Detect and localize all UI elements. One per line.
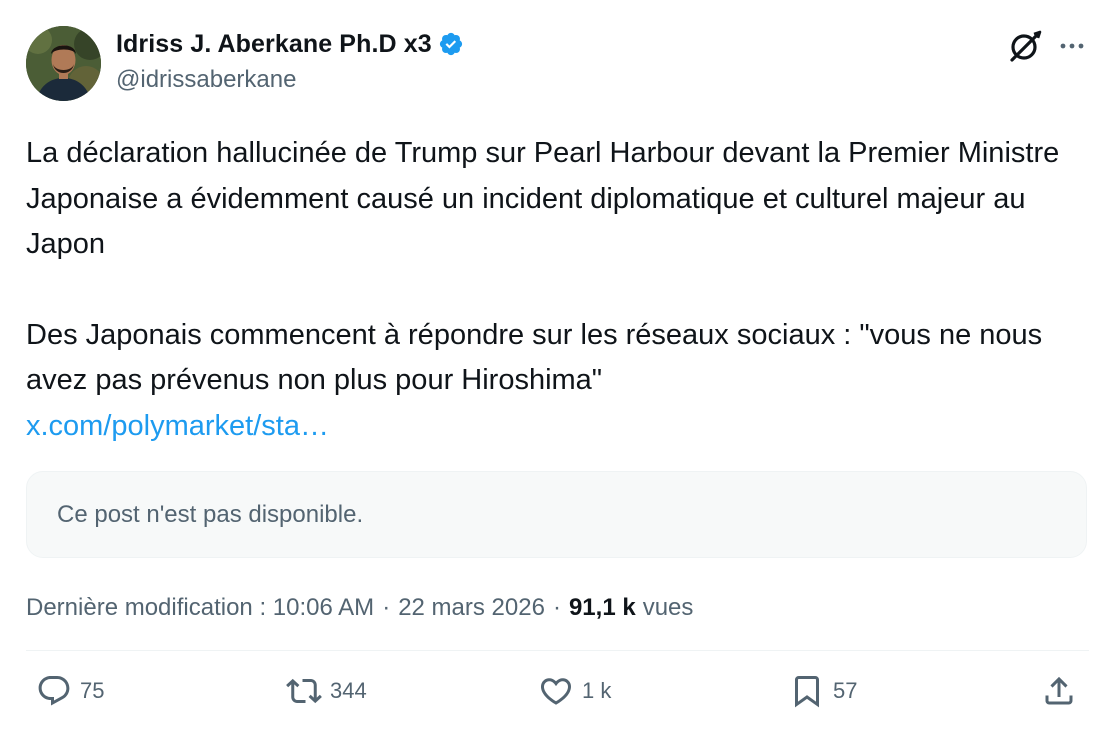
reply-icon bbox=[38, 676, 70, 706]
avatar-photo bbox=[26, 26, 101, 101]
bookmark-count: 57 bbox=[833, 678, 858, 703]
avatar[interactable] bbox=[26, 26, 101, 101]
quoted-post-unavailable: Ce post n'est pas disponible. bbox=[26, 471, 1087, 558]
tweet-link[interactable]: x.com/polymarket/sta… bbox=[26, 410, 329, 442]
more-options-icon[interactable] bbox=[1055, 29, 1089, 63]
header-actions bbox=[1007, 28, 1089, 64]
reply-count: 75 bbox=[80, 678, 105, 703]
action-bar: 75 344 1 k 57 bbox=[26, 651, 1089, 731]
tweet-header: Idriss J. Aberkane Ph.D x3 @idrissaberka… bbox=[26, 26, 1089, 102]
repost-icon bbox=[286, 678, 322, 704]
author-identity: Idriss J. Aberkane Ph.D x3 @idrissaberka… bbox=[116, 28, 464, 94]
quoted-post-unavailable-text: Ce post n'est pas disponible. bbox=[57, 500, 364, 528]
like-button[interactable]: 1 k bbox=[538, 673, 611, 709]
reply-button[interactable]: 75 bbox=[36, 673, 104, 709]
display-name[interactable]: Idriss J. Aberkane Ph.D x3 bbox=[116, 30, 432, 59]
post-date[interactable]: 22 mars 2026 bbox=[398, 594, 545, 622]
tweet-meta: Dernière modification : 10:06 AM · 22 ma… bbox=[26, 588, 1089, 628]
meta-separator: · bbox=[552, 594, 561, 621]
share-button[interactable] bbox=[1041, 673, 1077, 709]
tweet-text: La déclaration hallucinée de Trump sur P… bbox=[26, 131, 1089, 449]
like-count: 1 k bbox=[582, 678, 612, 703]
tweet-paragraph-2: Des Japonais commencent à répondre sur l… bbox=[26, 318, 1043, 397]
verified-badge-icon[interactable] bbox=[438, 31, 464, 57]
tweet-paragraph-1: La déclaration hallucinée de Trump sur P… bbox=[26, 137, 1060, 260]
views-count: 91,1 k bbox=[568, 594, 636, 621]
author-handle[interactable]: @idrissaberkane bbox=[116, 66, 464, 94]
bookmark-icon bbox=[795, 676, 819, 708]
heart-icon bbox=[540, 678, 572, 705]
repost-count: 344 bbox=[330, 678, 367, 703]
name-row: Idriss J. Aberkane Ph.D x3 bbox=[116, 28, 464, 60]
views-label: vues bbox=[642, 594, 694, 621]
meta-separator: · bbox=[382, 594, 391, 621]
edited-timestamp[interactable]: Dernière modification : 10:06 AM bbox=[26, 594, 374, 622]
bookmark-button[interactable]: 57 bbox=[789, 673, 857, 709]
repost-button[interactable]: 344 bbox=[286, 673, 367, 709]
grok-icon[interactable] bbox=[1007, 28, 1043, 64]
share-icon bbox=[1045, 676, 1073, 705]
tweet: Idriss J. Aberkane Ph.D x3 @idrissaberka… bbox=[26, 26, 1089, 731]
